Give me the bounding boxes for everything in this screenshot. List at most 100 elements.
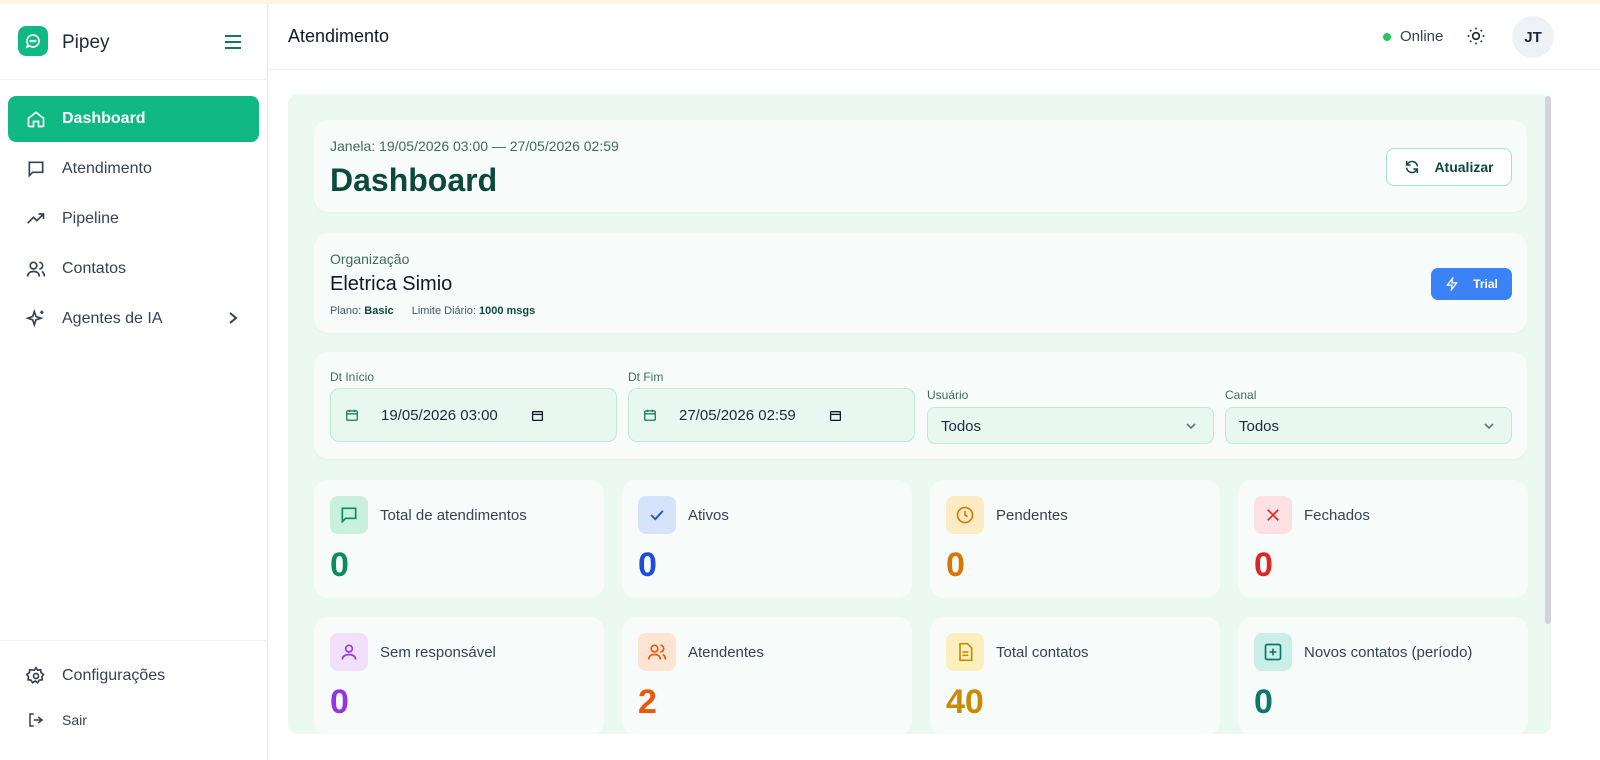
stat-label: Total de atendimentos xyxy=(380,507,527,524)
start-date-input[interactable]: 19/05/2026 03:00 xyxy=(330,388,617,442)
stat-total-contatos: Total contatos 40 xyxy=(930,617,1220,734)
users-icon xyxy=(26,259,46,279)
stat-label: Atendentes xyxy=(688,644,764,661)
brand: Pipey xyxy=(0,4,267,80)
document-icon xyxy=(946,633,984,671)
plus-square-icon xyxy=(1254,633,1292,671)
dashboard-header-card: Janela: 19/05/2026 03:00 — 27/05/2026 02… xyxy=(314,120,1527,212)
sidebar-item-dashboard[interactable]: Dashboard xyxy=(8,96,259,142)
trial-label: Trial xyxy=(1473,277,1498,291)
chevron-down-icon xyxy=(1484,423,1494,430)
stat-value: 2 xyxy=(638,683,657,721)
plan-value: Basic xyxy=(364,305,394,317)
sidebar: Pipey Dashboard Atendimento Pipeline Con… xyxy=(0,4,268,760)
end-date-value: 27/05/2026 02:59 xyxy=(679,406,796,424)
organization-card: Organização Eletrica Simio Plano: Basic … xyxy=(314,233,1527,333)
gear-icon xyxy=(26,666,46,686)
chevron-down-icon xyxy=(1186,423,1196,430)
stat-novos-contatos: Novos contatos (período) 0 xyxy=(1238,617,1528,734)
trial-button[interactable]: Trial xyxy=(1431,268,1512,300)
stat-label: Fechados xyxy=(1304,507,1370,524)
logout-label: Sair xyxy=(62,712,87,728)
logout-button[interactable]: Sair xyxy=(8,699,259,741)
check-icon xyxy=(638,496,676,534)
message-icon xyxy=(330,496,368,534)
theme-toggle-sun-icon[interactable] xyxy=(1466,26,1488,48)
stat-fechados: Fechados 0 xyxy=(1238,480,1528,598)
close-icon xyxy=(1254,496,1292,534)
sidebar-item-label: Configurações xyxy=(62,667,166,684)
organization-meta: Plano: Basic Limite Diário: 1000 msgs xyxy=(330,305,535,317)
sidebar-item-agentes-ia[interactable]: Agentes de IA xyxy=(8,296,259,342)
sidebar-item-label: Pipeline xyxy=(62,210,119,227)
dashboard-title: Dashboard xyxy=(330,162,498,198)
limit-value: 1000 msgs xyxy=(479,305,536,317)
stat-label: Ativos xyxy=(688,507,729,524)
sidebar-item-contatos[interactable]: Contatos xyxy=(8,246,259,292)
sidebar-footer: Configurações Sair xyxy=(0,640,267,741)
stat-label: Pendentes xyxy=(996,507,1068,524)
stat-value: 0 xyxy=(1254,683,1273,721)
stat-total-atendimentos: Total de atendimentos 0 xyxy=(314,480,604,598)
stat-label: Total contatos xyxy=(996,644,1089,661)
user-icon xyxy=(330,633,368,671)
online-status: Online xyxy=(1383,28,1443,45)
end-date-label: Dt Fim xyxy=(628,370,664,384)
dashboard-main: Janela: 19/05/2026 03:00 — 27/05/2026 02… xyxy=(288,94,1551,734)
channel-select-value: Todos xyxy=(1239,418,1280,435)
channel-filter-label: Canal xyxy=(1225,388,1257,402)
sidebar-item-pipeline[interactable]: Pipeline xyxy=(8,196,259,242)
page-title: Atendimento xyxy=(288,26,390,46)
limit-label: Limite Diário: xyxy=(411,305,476,317)
home-icon xyxy=(26,109,46,129)
menu-toggle-icon[interactable] xyxy=(224,34,244,52)
stat-value: 0 xyxy=(638,546,657,584)
filters-card: Dt Início 19/05/2026 03:00 Dt Fim 27/05/… xyxy=(314,352,1527,459)
user-avatar[interactable]: JT xyxy=(1512,16,1554,58)
calendar-icon xyxy=(346,409,358,421)
sparkles-icon xyxy=(26,309,46,329)
sidebar-item-label: Atendimento xyxy=(62,160,152,177)
stat-label: Sem responsável xyxy=(380,644,496,661)
top-header: Atendimento Online JT xyxy=(268,4,1600,70)
calendar-icon xyxy=(644,409,656,421)
start-date-label: Dt Início xyxy=(330,370,375,384)
message-icon xyxy=(26,159,46,179)
sidebar-nav: Dashboard Atendimento Pipeline Contatos … xyxy=(8,96,259,346)
plan-label: Plano: xyxy=(330,305,362,317)
sidebar-item-configuracoes[interactable]: Configurações xyxy=(8,653,259,699)
lightning-icon xyxy=(1446,277,1459,291)
channel-select[interactable]: Todos xyxy=(1225,407,1512,444)
stat-atendentes: Atendentes 2 xyxy=(622,617,912,734)
user-filter-label: Usuário xyxy=(927,388,969,402)
organization-name: Eletrica Simio xyxy=(330,273,453,295)
stat-value: 0 xyxy=(330,683,349,721)
sidebar-item-label: Contatos xyxy=(62,260,127,277)
date-picker-icon[interactable] xyxy=(829,409,842,422)
sidebar-item-atendimento[interactable]: Atendimento xyxy=(8,146,259,192)
status-dot xyxy=(1383,32,1391,41)
stat-ativos: Ativos 0 xyxy=(622,480,912,598)
user-select[interactable]: Todos xyxy=(927,407,1214,444)
start-date-value: 19/05/2026 03:00 xyxy=(381,406,498,424)
trending-up-icon xyxy=(26,209,46,229)
date-picker-icon[interactable] xyxy=(531,409,544,422)
logo-chat-icon[interactable] xyxy=(18,26,48,56)
sidebar-item-label: Dashboard xyxy=(62,110,146,127)
user-select-value: Todos xyxy=(941,418,982,435)
end-date-input[interactable]: 27/05/2026 02:59 xyxy=(628,388,915,442)
refresh-button[interactable]: Atualizar xyxy=(1386,148,1512,186)
clock-icon xyxy=(946,496,984,534)
app-name: Pipey xyxy=(62,32,110,53)
sidebar-item-label: Agentes de IA xyxy=(62,310,163,327)
stat-value: 0 xyxy=(946,546,965,584)
organization-label: Organização xyxy=(330,251,410,267)
refresh-icon xyxy=(1406,160,1419,174)
refresh-label: Atualizar xyxy=(1434,159,1494,175)
stat-value: 0 xyxy=(1254,546,1273,584)
stat-label: Novos contatos (período) xyxy=(1304,644,1473,661)
time-window-text: Janela: 19/05/2026 03:00 — 27/05/2026 02… xyxy=(330,138,619,154)
logout-icon xyxy=(26,710,46,730)
chevron-right-icon xyxy=(227,311,241,327)
main-scrollbar[interactable] xyxy=(1545,96,1551,624)
